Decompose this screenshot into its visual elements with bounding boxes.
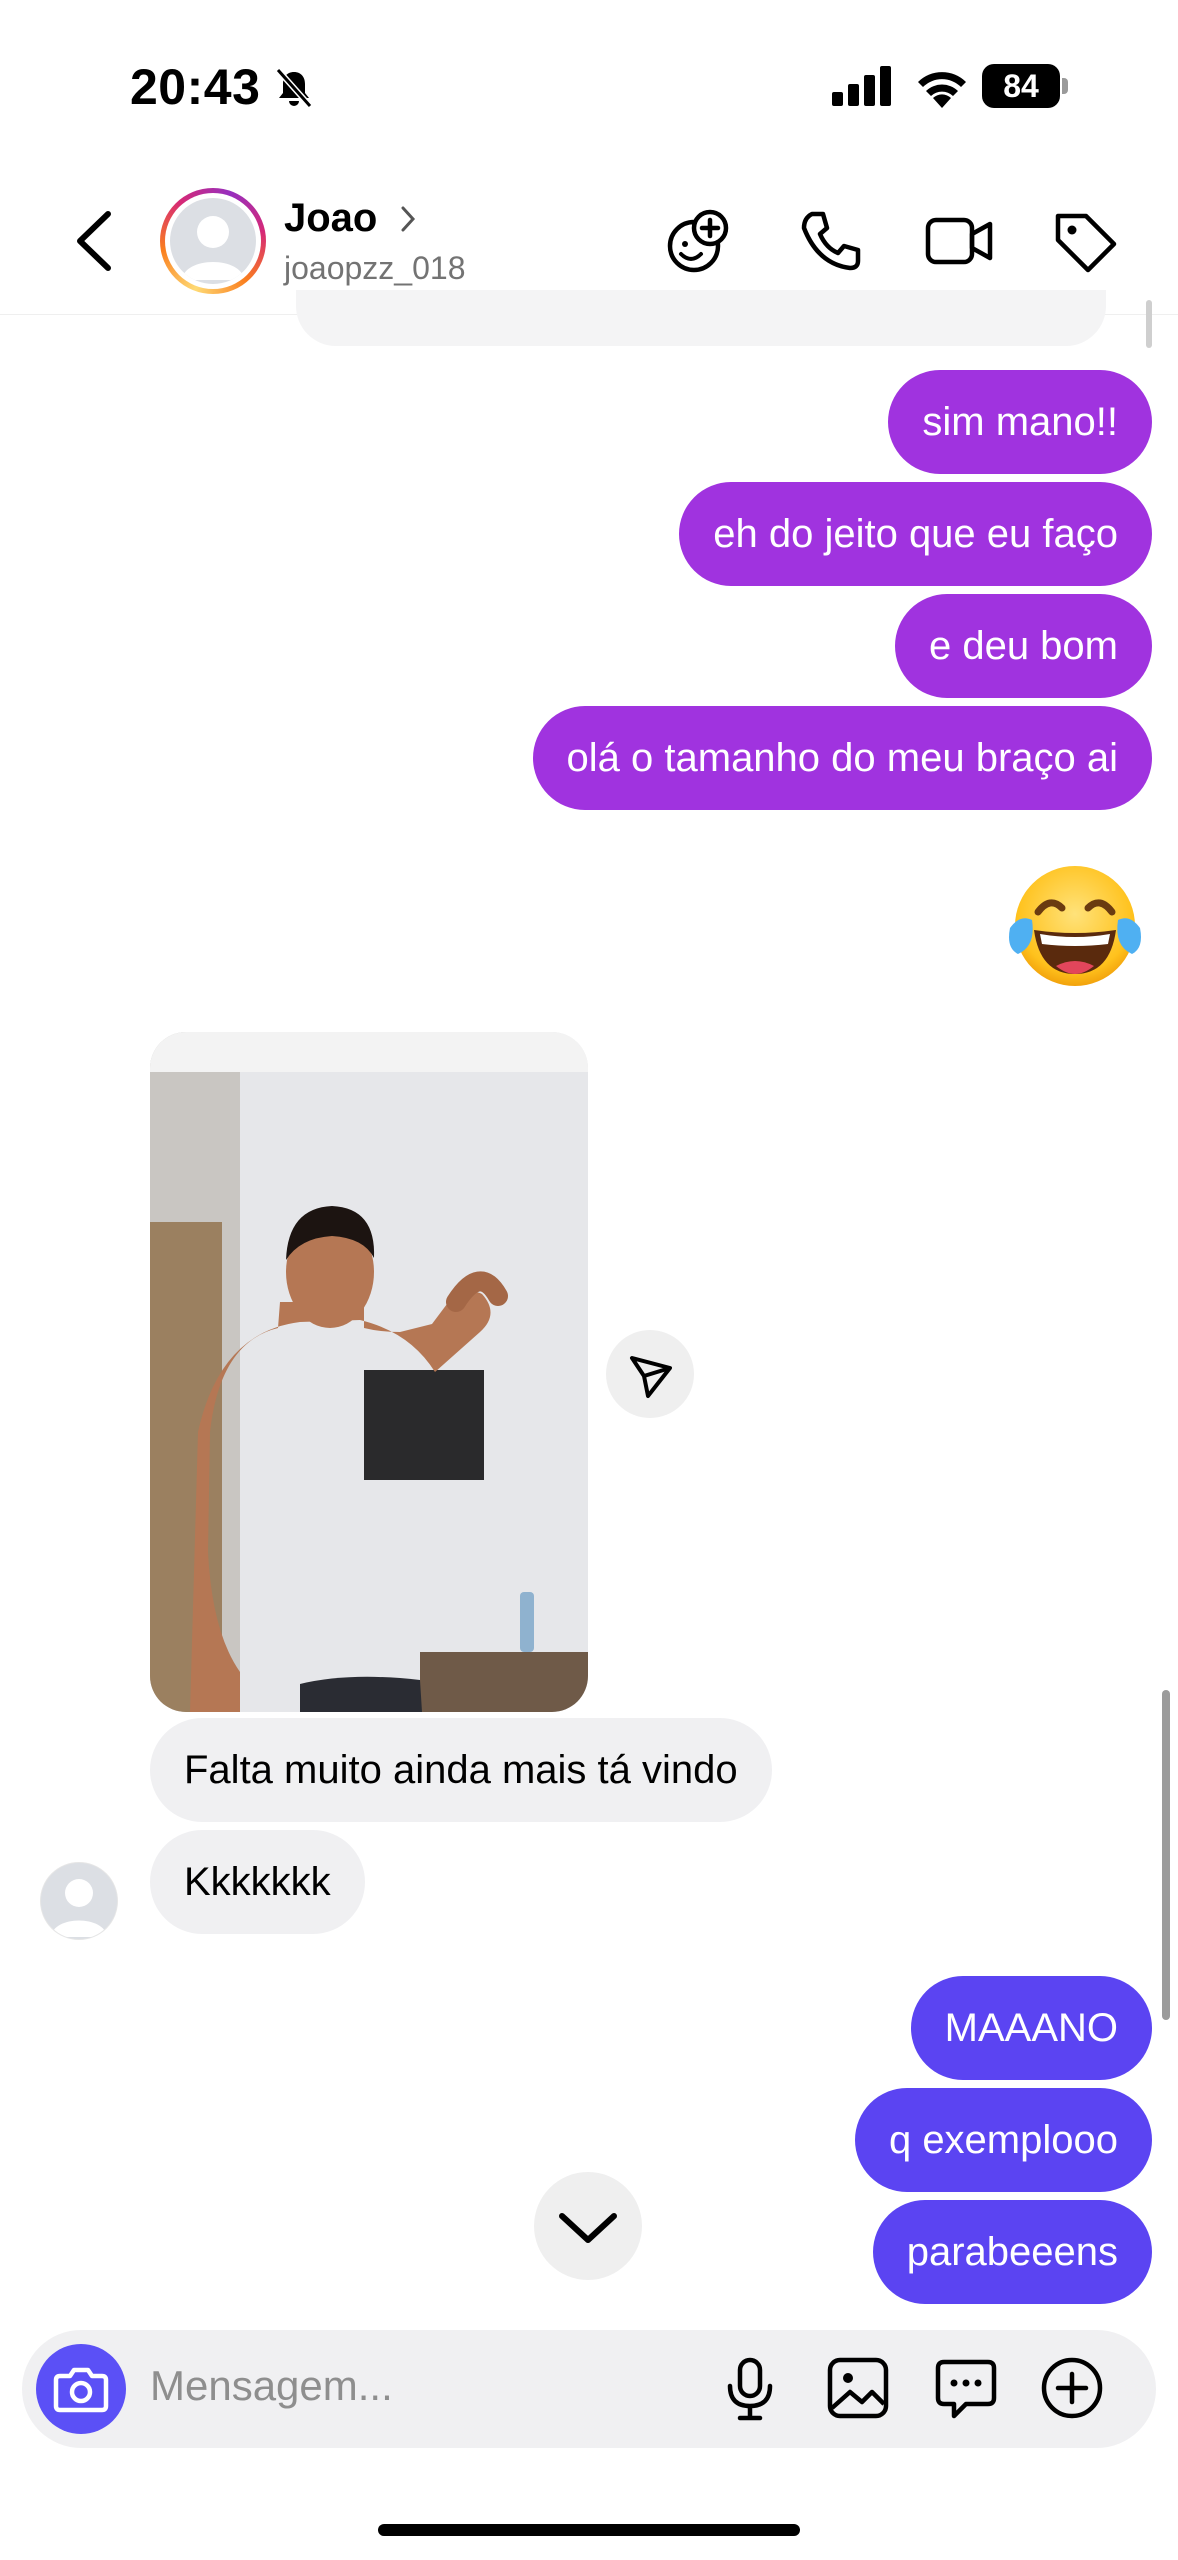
partial-message-bubble xyxy=(296,290,1106,346)
chevron-down-icon xyxy=(559,2213,617,2243)
camera-button[interactable] xyxy=(36,2344,126,2434)
battery-level: 84 xyxy=(982,64,1060,108)
back-icon[interactable] xyxy=(70,208,120,274)
home-indicator[interactable] xyxy=(378,2524,800,2536)
tears-of-joy-emoji[interactable] xyxy=(1006,862,1144,992)
wifi-icon xyxy=(918,72,966,108)
shared-photo[interactable] xyxy=(150,1032,588,1712)
battery-icon: 84 xyxy=(982,64,1070,108)
message-input[interactable]: Mensagem... xyxy=(150,2362,393,2410)
incoming-message[interactable]: Kkkkkkk xyxy=(150,1830,365,1934)
camera-icon xyxy=(53,2367,109,2413)
scrollbar[interactable] xyxy=(1162,1690,1170,2020)
sticker-add-icon[interactable] xyxy=(664,206,734,276)
microphone-icon[interactable] xyxy=(714,2352,786,2424)
plus-circle-icon[interactable] xyxy=(1036,2352,1108,2424)
default-avatar-icon xyxy=(51,1879,107,1937)
sticker-chat-icon[interactable] xyxy=(930,2352,1002,2424)
partial-message-edge xyxy=(1146,300,1152,348)
send-icon xyxy=(630,1356,672,1398)
default-avatar-icon xyxy=(182,216,244,280)
outgoing-message[interactable]: MAAANO xyxy=(910,1976,1152,2080)
outgoing-message[interactable]: sim mano!! xyxy=(888,370,1152,474)
phone-icon[interactable] xyxy=(796,206,866,276)
contact-avatar[interactable] xyxy=(160,188,266,294)
video-icon[interactable] xyxy=(924,206,994,276)
contact-username[interactable]: joaopzz_018 xyxy=(284,250,465,287)
outgoing-message[interactable]: q exemplooo xyxy=(854,2088,1152,2192)
bell-slash-icon xyxy=(275,68,313,108)
incoming-message[interactable]: Falta muito ainda mais tá vindo xyxy=(150,1718,772,1822)
cellular-signal-icon xyxy=(832,66,891,106)
gallery-icon[interactable] xyxy=(822,2352,894,2424)
contact-name[interactable]: Joao xyxy=(284,196,377,241)
chevron-right-icon[interactable] xyxy=(398,204,418,234)
outgoing-message[interactable]: e deu bom xyxy=(894,594,1152,698)
outgoing-message[interactable]: parabeeens xyxy=(872,2200,1152,2304)
scroll-to-bottom-button[interactable] xyxy=(534,2172,642,2280)
share-button[interactable] xyxy=(606,1330,694,1418)
photo-image xyxy=(150,1032,588,1712)
tag-icon[interactable] xyxy=(1050,206,1120,276)
outgoing-message[interactable]: eh do jeito que eu faço xyxy=(679,482,1152,586)
outgoing-message[interactable]: olá o tamanho do meu braço ai xyxy=(532,706,1152,810)
status-time: 20:43 xyxy=(130,59,261,115)
sender-avatar[interactable] xyxy=(40,1862,118,1940)
